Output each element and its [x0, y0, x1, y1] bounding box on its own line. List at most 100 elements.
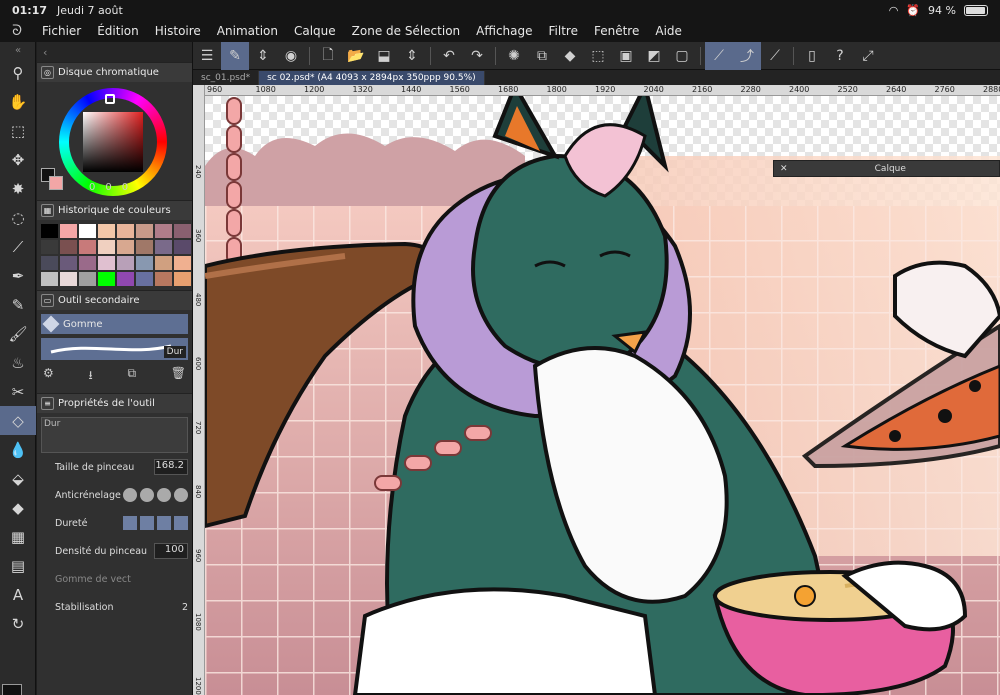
menu-filter[interactable]: Filtre [541, 24, 586, 38]
blend-tool-icon[interactable]: 💧 [0, 435, 36, 464]
color-swatch[interactable] [98, 256, 115, 270]
new-file-icon[interactable]: 🗋 [314, 42, 342, 70]
subtool-header[interactable]: ▭ Outil secondaire [37, 290, 192, 310]
fullscreen-icon[interactable]: ⤢ [854, 42, 882, 70]
deselect-icon[interactable]: ▢ [668, 42, 696, 70]
ruler-tool-icon[interactable]: ▤ [0, 551, 36, 580]
redo-icon[interactable]: ↷ [463, 42, 491, 70]
spinner-icon[interactable]: ⇕ [249, 42, 277, 70]
tab-sc02[interactable]: sc 02.psd* (A4 4093 x 2894px 350ppp 90.5… [259, 71, 485, 85]
color-history-header[interactable]: ▦ Historique de couleurs [37, 200, 192, 220]
color-swatch[interactable] [117, 256, 134, 270]
hue-ring[interactable] [59, 88, 167, 196]
color-swatch[interactable] [41, 272, 58, 286]
lasso-tool-icon[interactable]: ◌ [0, 203, 36, 232]
color-swatch[interactable] [117, 240, 134, 254]
app-logo-icon[interactable]: ᘐ [0, 23, 34, 39]
density-field[interactable]: 100 [154, 543, 188, 559]
menu-animation[interactable]: Animation [209, 24, 286, 38]
menu-icon[interactable]: ☰ [193, 42, 221, 70]
color-wheel-header[interactable]: ◎ Disque chromatique [37, 62, 192, 82]
menu-story[interactable]: Histoire [147, 24, 209, 38]
menu-view[interactable]: Affichage [468, 24, 540, 38]
color-swatch[interactable] [41, 256, 58, 270]
drawing-canvas[interactable] [205, 96, 1000, 695]
collapse-icon[interactable]: « [0, 42, 36, 58]
color-swatch[interactable] [117, 224, 134, 238]
color-swatch[interactable] [79, 256, 96, 270]
tab-sc01[interactable]: sc_01.psd* [193, 71, 260, 85]
color-swatch[interactable] [41, 224, 58, 238]
color-swatch[interactable] [60, 256, 77, 270]
color-swatch[interactable] [98, 240, 115, 254]
fill-tool-icon[interactable]: ⬙ [0, 464, 36, 493]
snap-curve-icon[interactable]: ⤴ [733, 41, 761, 70]
saturation-square[interactable] [83, 112, 143, 172]
color-swatch[interactable] [41, 240, 58, 254]
color-swatch[interactable] [174, 256, 191, 270]
eraser-tool-icon[interactable]: ◇ [0, 406, 36, 435]
pencil-tool-icon[interactable]: ✎ [0, 290, 36, 319]
duplicate-icon[interactable]: ⧉ [127, 366, 136, 387]
layer-panel-close-icon[interactable]: ✕ [780, 164, 788, 174]
color-swatch[interactable] [98, 224, 115, 238]
color-swatch[interactable] [79, 224, 96, 238]
color-swatch[interactable] [155, 224, 172, 238]
device-icon[interactable]: ▯ [798, 42, 826, 70]
tool-properties-header[interactable]: ≡ Propriétés de l'outil [37, 393, 192, 413]
delete-icon[interactable]: 🗑 [171, 366, 186, 387]
antialias-options[interactable] [123, 488, 188, 502]
fill-icon[interactable]: ◆ [556, 42, 584, 70]
menu-selection[interactable]: Zone de Sélection [344, 24, 468, 38]
pen-tool-icon[interactable]: ✒ [0, 261, 36, 290]
hand-tool-icon[interactable]: ✋ [0, 87, 36, 116]
color-swatch[interactable] [98, 272, 115, 286]
eyedropper-icon[interactable]: ⟋ [0, 232, 36, 261]
color-swatch[interactable] [117, 272, 134, 286]
color-swatch[interactable] [136, 240, 153, 254]
stabilization-value[interactable]: 2 [182, 602, 188, 613]
color-swatch[interactable] [136, 256, 153, 270]
subtool-eraser[interactable]: Gomme [41, 314, 188, 334]
color-swatch[interactable] [136, 224, 153, 238]
operation-tool-icon[interactable]: ⬚ [0, 116, 36, 145]
move-tool-icon[interactable]: ✥ [0, 145, 36, 174]
hardness-options[interactable] [123, 516, 188, 530]
layer-panel[interactable]: ✕ Calque [773, 160, 1000, 177]
record-icon[interactable]: ◉ [277, 42, 305, 70]
color-swatch[interactable] [155, 256, 172, 270]
help-icon[interactable]: ? [826, 42, 854, 70]
foreground-color[interactable] [2, 684, 22, 695]
airbrush-icon[interactable]: ♨ [0, 348, 36, 377]
main-color-chips[interactable] [2, 684, 34, 695]
transform-icon[interactable]: ⬚ [584, 42, 612, 70]
save-icon[interactable]: ⬓ [370, 42, 398, 70]
frame-tool-icon[interactable]: ▦ [0, 522, 36, 551]
auto-select-icon[interactable]: ✸ [0, 174, 36, 203]
decoration-tool-icon[interactable]: ✂ [0, 377, 36, 406]
panel-collapse-icon[interactable]: ‹ [43, 46, 47, 59]
menu-edit[interactable]: Édition [89, 24, 147, 38]
text-tool-icon[interactable]: A [0, 580, 36, 609]
zoom-tool-icon[interactable]: ⚲ [0, 58, 36, 87]
color-swatch[interactable] [155, 240, 172, 254]
color-swatch[interactable] [155, 272, 172, 286]
arrange-icon[interactable]: ⇕ [398, 42, 426, 70]
menu-help[interactable]: Aide [647, 24, 690, 38]
gradient-tool-icon[interactable]: ◆ [0, 493, 36, 522]
invert-icon[interactable]: ◩ [640, 42, 668, 70]
subtool-settings-icon[interactable]: ⚙ [43, 366, 54, 387]
undo-icon[interactable]: ↶ [435, 42, 463, 70]
color-swatch[interactable] [174, 240, 191, 254]
color-swatch[interactable] [79, 240, 96, 254]
color-swatch[interactable] [60, 272, 77, 286]
menu-window[interactable]: Fenêtre [586, 24, 647, 38]
stroke-preview[interactable]: Dur [41, 338, 188, 360]
color-swatch[interactable] [174, 224, 191, 238]
brush-tool-icon[interactable]: 🖌 [0, 319, 36, 348]
clear-icon[interactable]: ▣ [612, 42, 640, 70]
color-swatch[interactable] [136, 272, 153, 286]
copy-layer-icon[interactable]: ⧉ [528, 42, 556, 70]
open-file-icon[interactable]: 📂 [342, 42, 370, 70]
color-swatch[interactable] [60, 240, 77, 254]
